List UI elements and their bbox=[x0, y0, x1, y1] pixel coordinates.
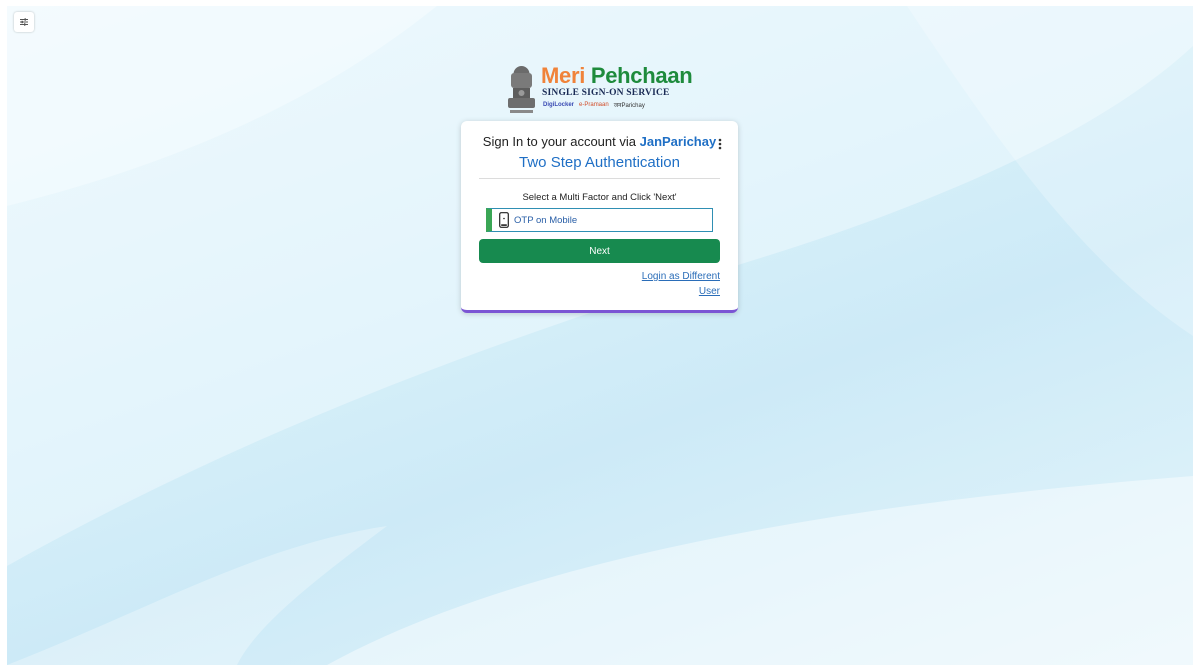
brand-title-meri: Meri bbox=[541, 63, 586, 88]
meri-pehchaan-logo: Meri Pehchaan SINGLE SIGN-ON SERVICE Dig… bbox=[505, 64, 705, 116]
brand-subtitle: SINGLE SIGN-ON SERVICE bbox=[542, 88, 670, 98]
signin-line: Sign In to your account via JanParichay bbox=[461, 133, 738, 151]
partner-logos: DigiLocker e-Pramaan जनParichay bbox=[543, 101, 645, 109]
kebab-menu-icon[interactable] bbox=[718, 138, 722, 150]
login-different-user-link[interactable]: Login as Different User bbox=[620, 269, 720, 299]
signin-provider: JanParichay bbox=[639, 134, 717, 149]
brand-title-pehchaan: Pehchaan bbox=[590, 63, 693, 88]
national-emblem-icon bbox=[508, 66, 535, 113]
option-label: OTP on Mobile bbox=[514, 214, 578, 226]
brand-title: Meri Pehchaan bbox=[541, 63, 693, 88]
card-header: Sign In to your account via JanParichay … bbox=[461, 133, 738, 172]
divider bbox=[479, 178, 720, 179]
select-factor-label: Select a Multi Factor and Click 'Next' bbox=[522, 192, 677, 203]
epramaan-logo: e-Pramaan bbox=[579, 102, 609, 108]
signin-prefix: Sign In to your account via bbox=[482, 134, 636, 149]
janparichay-logo: जनParichay bbox=[613, 103, 645, 109]
digilocker-logo: DigiLocker bbox=[543, 102, 575, 108]
settings-button[interactable] bbox=[14, 12, 34, 32]
page-title: Two Step Authentication bbox=[519, 154, 680, 171]
next-button[interactable]: Next bbox=[479, 239, 720, 263]
auth-card: Sign In to your account via JanParichay … bbox=[461, 121, 738, 313]
otp-mobile-option[interactable]: OTP on Mobile bbox=[486, 208, 713, 232]
mobile-phone-icon bbox=[499, 212, 509, 228]
sliders-icon bbox=[20, 18, 28, 26]
